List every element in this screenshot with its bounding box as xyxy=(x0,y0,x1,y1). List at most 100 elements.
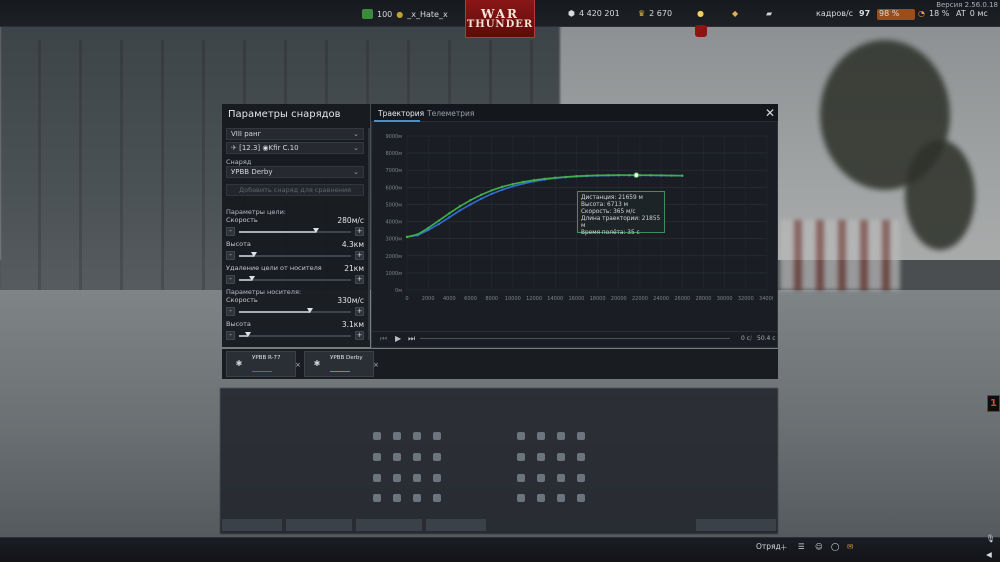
data-point xyxy=(437,222,440,226)
microphone-icon[interactable]: 🎙 xyxy=(986,534,996,543)
decrease-button[interactable]: - xyxy=(226,227,235,236)
target-speed-slider[interactable]: - + xyxy=(226,227,364,236)
rank-select[interactable]: VIII ранг ⌄ xyxy=(226,128,364,140)
slider-track[interactable] xyxy=(239,228,351,233)
shop-icon[interactable]: ▰ xyxy=(766,9,772,18)
alert-flag-icon[interactable] xyxy=(695,25,707,37)
data-point xyxy=(606,173,610,177)
y-tick-label: 0м xyxy=(395,288,402,294)
projectile-value: УРВВ Derby xyxy=(231,168,273,176)
blurred-tile xyxy=(373,474,381,482)
decrease-button[interactable]: - xyxy=(226,275,235,284)
data-point xyxy=(522,180,525,184)
decrease-button[interactable]: - xyxy=(226,307,235,316)
play-icon[interactable]: ▶ xyxy=(395,334,401,343)
blurred-tile xyxy=(577,474,585,482)
y-tick-label: 8000м xyxy=(386,151,403,157)
increase-button[interactable]: + xyxy=(355,227,364,236)
speaker-icon[interactable]: ◀ xyxy=(986,550,992,559)
war-thunder-logo[interactable]: WAR THUNDER xyxy=(465,0,535,38)
plus-icon[interactable]: ＋ xyxy=(780,542,788,553)
data-point xyxy=(511,182,515,186)
list-icon[interactable]: ☰ xyxy=(798,542,805,551)
blurred-tile xyxy=(433,453,441,461)
decrease-button[interactable]: - xyxy=(226,331,235,340)
tab-telemetry[interactable]: Телеметрия xyxy=(427,109,474,118)
data-point xyxy=(543,177,546,180)
data-point xyxy=(564,175,568,179)
gold-balance[interactable]: 100 ● _x_Hate_x xyxy=(362,9,448,19)
side-badge[interactable]: 1 xyxy=(987,395,1000,412)
target-distance-slider[interactable]: - + xyxy=(226,275,364,284)
skip-forward-icon[interactable]: ⏭ xyxy=(408,334,415,344)
logo-line2: THUNDER xyxy=(466,18,534,30)
data-point xyxy=(448,212,451,215)
slider-track[interactable] xyxy=(239,252,351,257)
data-point xyxy=(448,216,451,219)
increase-button[interactable]: + xyxy=(355,275,364,284)
panel-scrollbar[interactable] xyxy=(368,128,370,340)
carrier-params-label: Параметры носителя: xyxy=(226,288,302,296)
silver-balance[interactable]: ⬢ 4 420 201 xyxy=(568,9,620,18)
carrier-speed-slider[interactable]: - + xyxy=(226,307,364,316)
x-tick-label: 16000 xyxy=(568,296,584,302)
playback-track[interactable] xyxy=(420,338,730,339)
compare-card-name: УРВВ Derby xyxy=(330,355,363,361)
target-altitude-slider[interactable]: - + xyxy=(226,251,364,260)
vehicle-select[interactable]: ✈ [12.3] ◉Kfir C.10 ⌄ xyxy=(226,142,364,154)
vehicle-name: [12.3] ◉Kfir C.10 xyxy=(239,144,299,152)
chevron-down-icon: ⌄ xyxy=(353,130,359,138)
close-icon[interactable]: ✕ xyxy=(764,107,776,119)
slider-track[interactable] xyxy=(239,276,351,281)
pl-value: 18 % xyxy=(928,9,950,18)
y-tick-label: 7000м xyxy=(386,168,403,174)
blurred-tile xyxy=(393,432,401,440)
trajectory-chart[interactable]: 0м 1000м 2000м 3000м 4000м 5000м 6000м 7000м 800… xyxy=(373,124,774,324)
data-point xyxy=(458,209,462,212)
data-point xyxy=(490,192,493,196)
data-point xyxy=(501,185,504,189)
at-label: AT xyxy=(956,9,966,18)
slider-track[interactable] xyxy=(239,308,351,313)
data-point xyxy=(511,185,515,188)
increase-button[interactable]: + xyxy=(355,331,364,340)
data-point xyxy=(575,175,578,178)
premium-icon[interactable]: ◆ xyxy=(732,9,738,18)
time-separator: / xyxy=(750,335,753,342)
tab-trajectory[interactable]: Траектория xyxy=(378,109,424,118)
add-comparison-button[interactable]: Добавить снаряд для сравнения xyxy=(226,184,364,196)
projectile-select[interactable]: УРВВ Derby ⌄ xyxy=(226,166,364,178)
remove-icon[interactable]: × xyxy=(373,361,379,371)
skip-back-icon[interactable]: ⏮ xyxy=(380,334,387,344)
carrier-altitude-row: Высота 3.1км xyxy=(226,320,364,330)
carrier-altitude-slider[interactable]: - + xyxy=(226,331,364,340)
data-point xyxy=(469,203,472,206)
friends-icon[interactable]: ☺ xyxy=(815,542,823,551)
increase-button[interactable]: + xyxy=(355,251,364,260)
remove-icon[interactable]: × xyxy=(295,361,301,371)
silver-icon: ⬢ xyxy=(568,9,575,18)
chat-icon[interactable]: ◯ xyxy=(831,542,839,551)
slider-track[interactable] xyxy=(239,332,351,337)
rp-icon: ♛ xyxy=(638,9,646,18)
mail-icon[interactable]: ✉ xyxy=(847,542,853,551)
time-start: 0 с xyxy=(741,335,751,342)
ms-value: 0 мс xyxy=(969,9,988,18)
y-tick-label: 6000м xyxy=(386,185,403,191)
blurred-tile xyxy=(433,432,441,440)
lightbulb-icon[interactable]: ● xyxy=(697,9,704,18)
research-points[interactable]: ♛ 2 670 xyxy=(638,9,672,18)
data-point xyxy=(596,174,599,177)
increase-button[interactable]: + xyxy=(355,307,364,316)
blurred-tile xyxy=(517,474,525,482)
param-value: 3.1км xyxy=(341,320,364,329)
param-name: Высота xyxy=(226,320,251,328)
blurred-tile xyxy=(393,494,401,502)
data-point xyxy=(649,173,652,177)
y-tick-label: 1000м xyxy=(386,271,403,277)
missile-icon: ✱ xyxy=(313,359,321,368)
decrease-button[interactable]: - xyxy=(226,251,235,260)
y-tick-label: 9000м xyxy=(386,134,403,140)
data-point xyxy=(458,205,462,208)
packet-loss: ◔ 18 % xyxy=(918,9,949,18)
